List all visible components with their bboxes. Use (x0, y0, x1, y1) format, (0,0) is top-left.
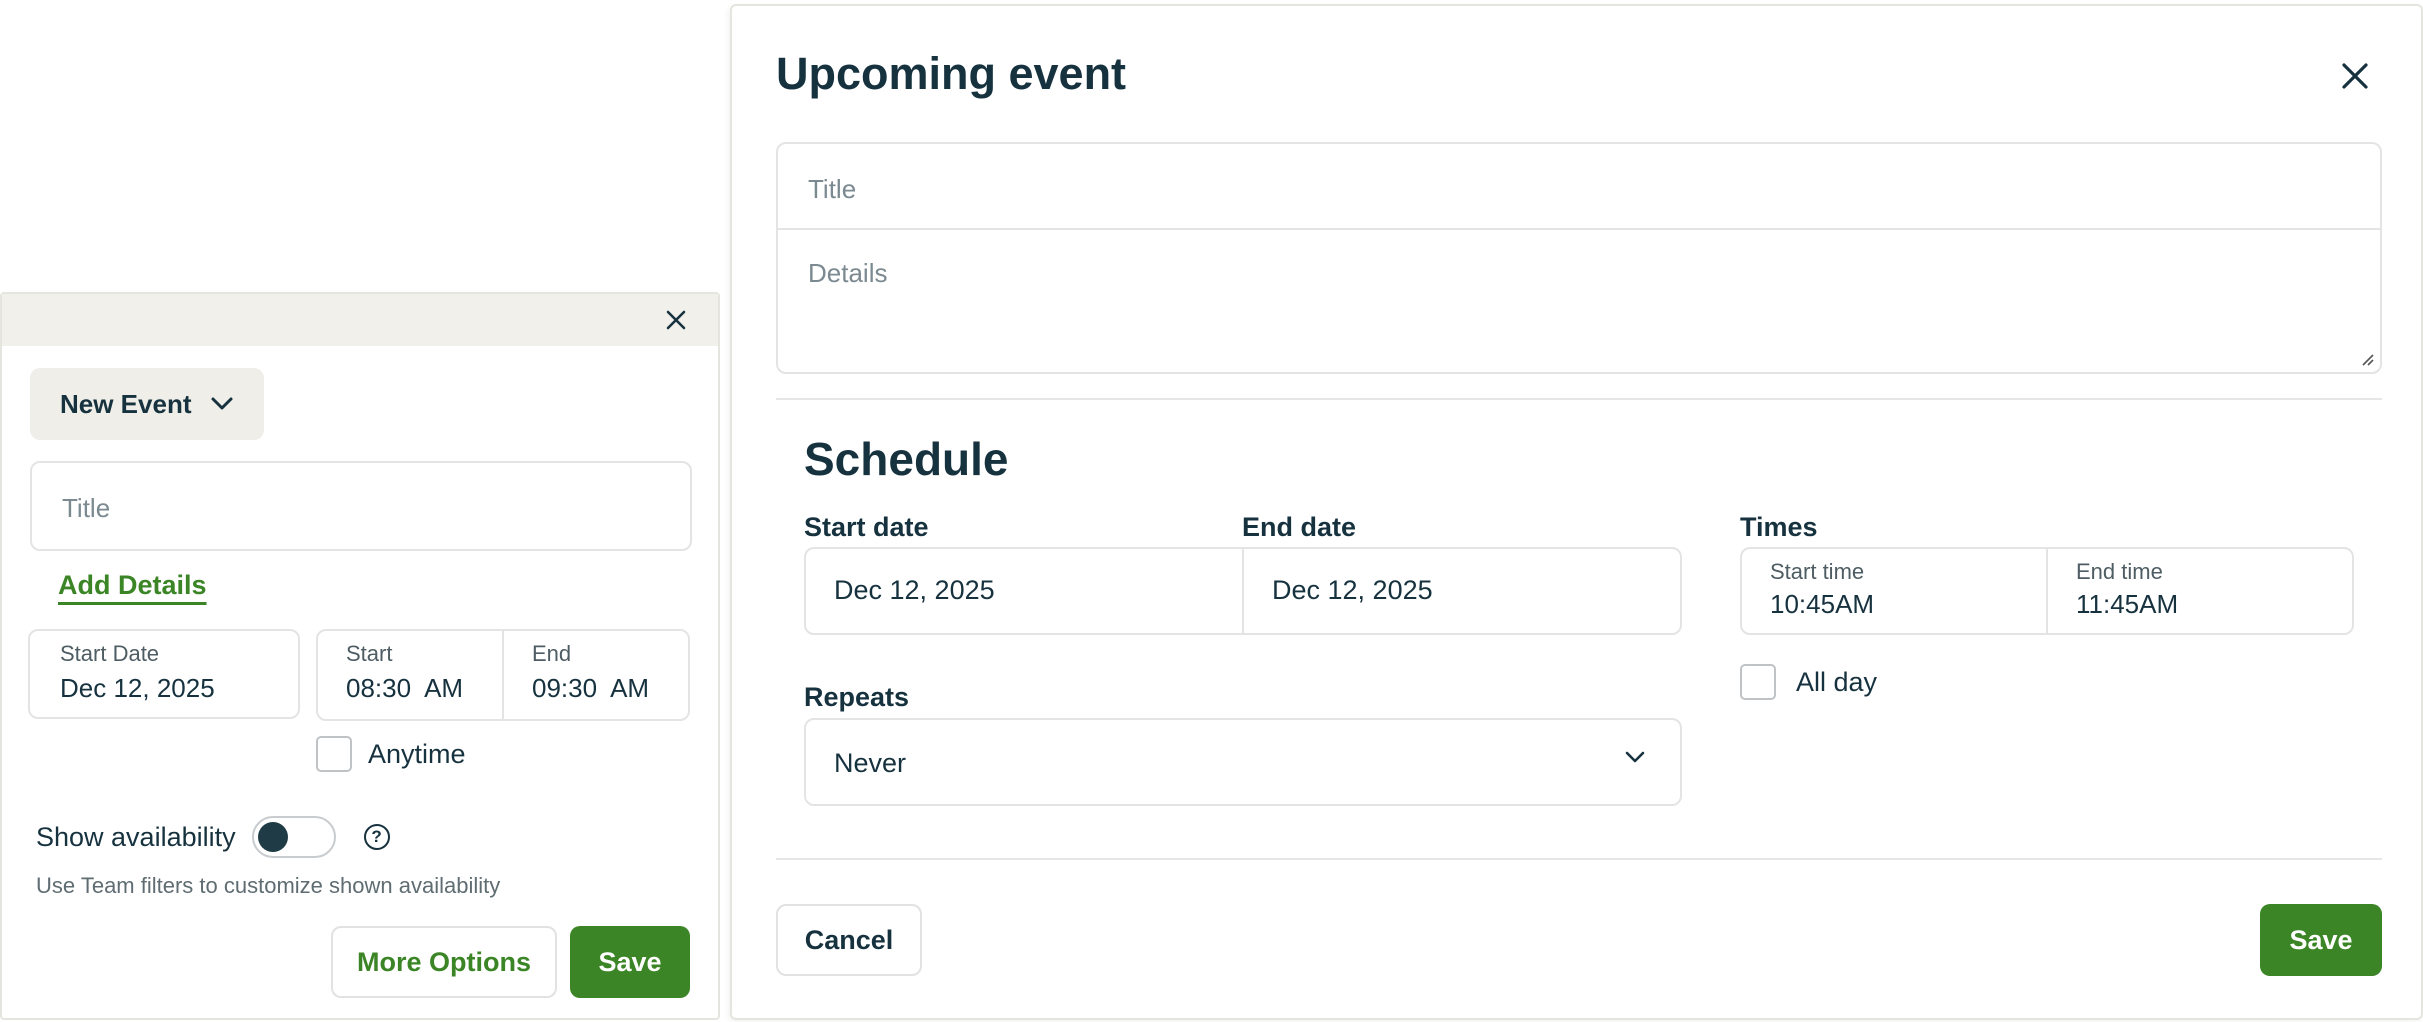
time-range: Start time 10:45AM End time 11:45AM (1740, 547, 2354, 635)
start-date-label: Start date (804, 512, 929, 542)
end-date-label: End date (1242, 512, 1357, 542)
schedule-heading: Schedule (804, 433, 1009, 485)
event-type-dropdown[interactable]: New Event (30, 368, 264, 440)
modal-title-placeholder: Title (808, 174, 857, 204)
anytime-row: Anytime (316, 736, 466, 772)
cancel-button[interactable]: Cancel (776, 904, 922, 976)
quick-title-placeholder: Title (62, 493, 111, 523)
repeats-label: Repeats (804, 682, 910, 712)
quick-time-range: Start 08:30 AM End 09:30 AM (316, 629, 690, 721)
more-options-button[interactable]: More Options (331, 926, 557, 998)
show-availability-row: Show availability ? (36, 816, 390, 858)
quick-panel-close-button[interactable] (662, 306, 690, 334)
quick-end-time-value: 09:30 AM (532, 673, 650, 703)
end-time-value: 11:45AM (2076, 589, 2179, 619)
add-details-link[interactable]: Add Details (58, 570, 207, 601)
save-button[interactable]: Save (2260, 904, 2382, 976)
quick-save-button[interactable]: Save (570, 926, 690, 998)
quick-start-time-value: 08:30 AM (346, 673, 464, 703)
end-time-field[interactable]: End time 11:45AM (2046, 549, 2352, 633)
quick-start-date-field[interactable]: Start Date Dec 12, 2025 (28, 629, 300, 719)
quick-start-time-label: Start (346, 641, 393, 666)
repeats-select[interactable]: Never (804, 718, 1682, 806)
anytime-label: Anytime (368, 738, 466, 769)
anytime-checkbox[interactable] (316, 736, 352, 772)
all-day-label: All day (1796, 666, 1878, 697)
close-icon (666, 310, 686, 330)
event-type-label: New Event (60, 388, 192, 419)
quick-panel-header (2, 294, 718, 346)
start-time-field[interactable]: Start time 10:45AM (1742, 549, 2046, 633)
modal-text-group: Title Details (776, 142, 2382, 374)
footer-divider (776, 858, 2382, 860)
modal-details-textarea[interactable]: Details (778, 230, 2380, 289)
modal-close-button[interactable] (2335, 56, 2375, 96)
quick-title-input[interactable]: Title (30, 461, 692, 551)
end-time-label: End time (2076, 559, 2163, 584)
quick-start-time-field[interactable]: Start 08:30 AM (318, 631, 502, 719)
modal-title: Upcoming event (776, 48, 1127, 99)
start-time-label: Start time (1770, 559, 1865, 584)
quick-start-date-value: Dec 12, 2025 (60, 673, 215, 703)
modal-details-placeholder: Details (808, 258, 888, 288)
show-availability-toggle[interactable] (251, 816, 336, 858)
end-date-field[interactable]: Dec 12, 2025 (1242, 549, 1680, 633)
app-root: New Event Title Add Details Start Date D… (0, 0, 2423, 1022)
toggle-knob (257, 822, 288, 852)
chevron-down-icon (211, 397, 232, 410)
section-divider (776, 398, 2382, 400)
repeats-value: Never (834, 748, 907, 778)
quick-end-time-label: End (532, 641, 572, 666)
times-label: Times (1740, 512, 1818, 542)
modal-title-input[interactable]: Title (778, 144, 2380, 230)
all-day-row: All day (1740, 664, 1877, 700)
start-time-value: 10:45AM (1770, 589, 1875, 619)
all-day-checkbox[interactable] (1740, 664, 1776, 700)
upcoming-event-modal: Upcoming event Title Details Schedule St… (730, 4, 2423, 1020)
availability-hint: Use Team filters to customize shown avai… (36, 873, 501, 898)
quick-end-time-field[interactable]: End 09:30 AM (502, 631, 688, 719)
start-date-field[interactable]: Dec 12, 2025 (806, 549, 1242, 633)
resize-grip-icon[interactable] (2360, 352, 2374, 366)
quick-start-date-label: Start Date (60, 641, 160, 666)
show-availability-label: Show availability (36, 821, 236, 852)
help-icon[interactable]: ? (363, 824, 390, 850)
close-icon (2342, 63, 2368, 89)
chevron-down-icon (1625, 751, 1645, 763)
date-range: Dec 12, 2025 Dec 12, 2025 (804, 547, 1682, 635)
